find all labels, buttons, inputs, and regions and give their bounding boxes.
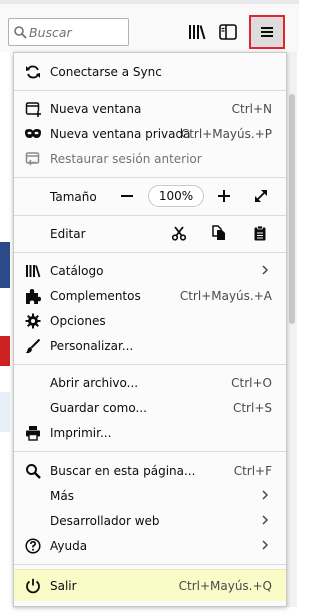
power-icon	[24, 577, 42, 595]
chevron-right-icon	[262, 490, 269, 500]
page-scrollbar[interactable]	[287, 52, 297, 607]
app-menu-panel: Conectarse a Sync Nueva ventana Ctrl+N N…	[13, 52, 287, 607]
scrollbar-thumb[interactable]	[289, 94, 295, 324]
menu-item-label: Nueva ventana	[50, 102, 142, 116]
menu-item-more[interactable]: Más	[14, 483, 286, 508]
shortcut-text: Ctrl+O	[231, 376, 272, 390]
menu-separator	[14, 364, 286, 365]
shortcut-text: Ctrl+Mayús.+Q	[178, 579, 272, 593]
menu-separator	[14, 252, 286, 253]
shortcut-text: Ctrl+Mayús.+P	[180, 127, 272, 141]
search-icon	[13, 25, 27, 39]
zoom-reset-button[interactable]: 100%	[148, 185, 204, 207]
menu-item-quit[interactable]: Salir Ctrl+Mayús.+Q	[14, 569, 286, 601]
shortcut-text: Ctrl+Mayús.+A	[179, 289, 272, 303]
menu-item-restore-session[interactable]: Restaurar sesión anterior	[14, 146, 286, 171]
menu-item-label: Catálogo	[50, 264, 104, 278]
page-fragment	[0, 392, 10, 432]
private-mask-icon	[24, 125, 42, 143]
paintbrush-icon	[24, 337, 42, 355]
fullscreen-button[interactable]	[251, 186, 271, 206]
shortcut-text: Ctrl+N	[231, 102, 272, 116]
search-icon	[24, 462, 42, 480]
chevron-right-icon	[262, 540, 269, 550]
menu-item-print[interactable]: Imprimir...	[14, 420, 286, 445]
hamburger-menu-icon	[261, 27, 273, 37]
menu-item-label: Ayuda	[50, 539, 88, 553]
menu-item-label: Conectarse a Sync	[50, 65, 162, 79]
library-button[interactable]	[183, 19, 211, 45]
library-icon	[189, 25, 206, 40]
menu-item-options[interactable]: Opciones	[14, 308, 286, 333]
browser-toolbar	[0, 0, 299, 52]
zoom-in-button[interactable]	[214, 186, 234, 206]
menu-separator	[14, 215, 286, 216]
puzzle-icon	[24, 287, 42, 305]
page-fragment	[0, 242, 10, 288]
menu-separator	[14, 177, 286, 178]
menu-item-library[interactable]: Catálogo	[14, 258, 286, 283]
edit-label: Editar	[50, 227, 86, 241]
menu-separator	[14, 451, 286, 452]
open-menu-button[interactable]	[249, 15, 285, 49]
menu-item-label: Guardar como...	[50, 401, 147, 415]
menu-item-web-developer[interactable]: Desarrollador web	[14, 508, 286, 533]
menu-item-addons[interactable]: Complementos Ctrl+Mayús.+A	[14, 283, 286, 308]
copy-button[interactable]	[209, 223, 229, 243]
menu-item-label: Buscar en esta página...	[50, 464, 196, 478]
menu-item-open-file[interactable]: Abrir archivo... Ctrl+O	[14, 370, 286, 395]
menu-item-label: Personalizar...	[50, 339, 134, 353]
plus-icon	[218, 190, 230, 202]
menu-item-find-in-page[interactable]: Buscar en esta página... Ctrl+F	[14, 458, 286, 483]
help-icon	[24, 537, 42, 555]
menu-item-label: Abrir archivo...	[50, 376, 139, 390]
menu-item-customize[interactable]: Personalizar...	[14, 333, 286, 358]
menu-item-sync[interactable]: Conectarse a Sync	[14, 59, 286, 84]
toolbar-top-border	[0, 0, 299, 4]
paste-icon	[254, 225, 266, 241]
sidebar-icon	[219, 24, 237, 40]
library-icon	[24, 262, 42, 280]
menu-item-label: Salir	[50, 579, 77, 593]
shortcut-text: Ctrl+F	[233, 464, 272, 478]
menu-item-help[interactable]: Ayuda	[14, 533, 286, 558]
search-box[interactable]	[8, 18, 129, 46]
page-fragment	[0, 336, 10, 366]
menu-item-label: Opciones	[50, 314, 106, 328]
copy-icon	[212, 225, 225, 240]
menu-item-label: Restaurar sesión anterior	[50, 152, 202, 166]
paste-button[interactable]	[250, 223, 270, 243]
menu-separator	[14, 90, 286, 91]
menu-item-label: Más	[50, 489, 74, 503]
gear-icon	[24, 312, 42, 330]
menu-item-save-as[interactable]: Guardar como... Ctrl+S	[14, 395, 286, 420]
page-background-strip	[0, 52, 10, 612]
sync-icon	[24, 63, 42, 81]
chevron-right-icon	[262, 515, 269, 525]
sidebar-button[interactable]	[214, 19, 242, 45]
fullscreen-arrows-icon	[255, 190, 267, 202]
menu-item-edit: Editar	[14, 221, 286, 246]
chevron-right-icon	[262, 265, 269, 275]
cut-icon	[171, 226, 187, 241]
menu-item-label: Nueva ventana privada	[50, 127, 191, 141]
shortcut-text: Ctrl+S	[232, 401, 272, 415]
menu-item-label: Desarrollador web	[50, 514, 160, 528]
printer-icon	[24, 424, 42, 442]
zoom-out-button[interactable]	[117, 186, 137, 206]
zoom-label: Tamaño	[50, 190, 97, 204]
menu-item-new-window[interactable]: Nueva ventana Ctrl+N	[14, 96, 286, 121]
menu-item-label: Imprimir...	[50, 426, 112, 440]
menu-item-new-private-window[interactable]: Nueva ventana privada Ctrl+Mayús.+P	[14, 121, 286, 146]
menu-item-label: Complementos	[50, 289, 141, 303]
new-window-icon	[24, 100, 42, 118]
search-input[interactable]	[29, 23, 125, 41]
cut-button[interactable]	[169, 223, 189, 243]
menu-separator	[14, 564, 286, 565]
restore-session-icon	[24, 150, 42, 168]
minus-icon	[121, 195, 133, 197]
